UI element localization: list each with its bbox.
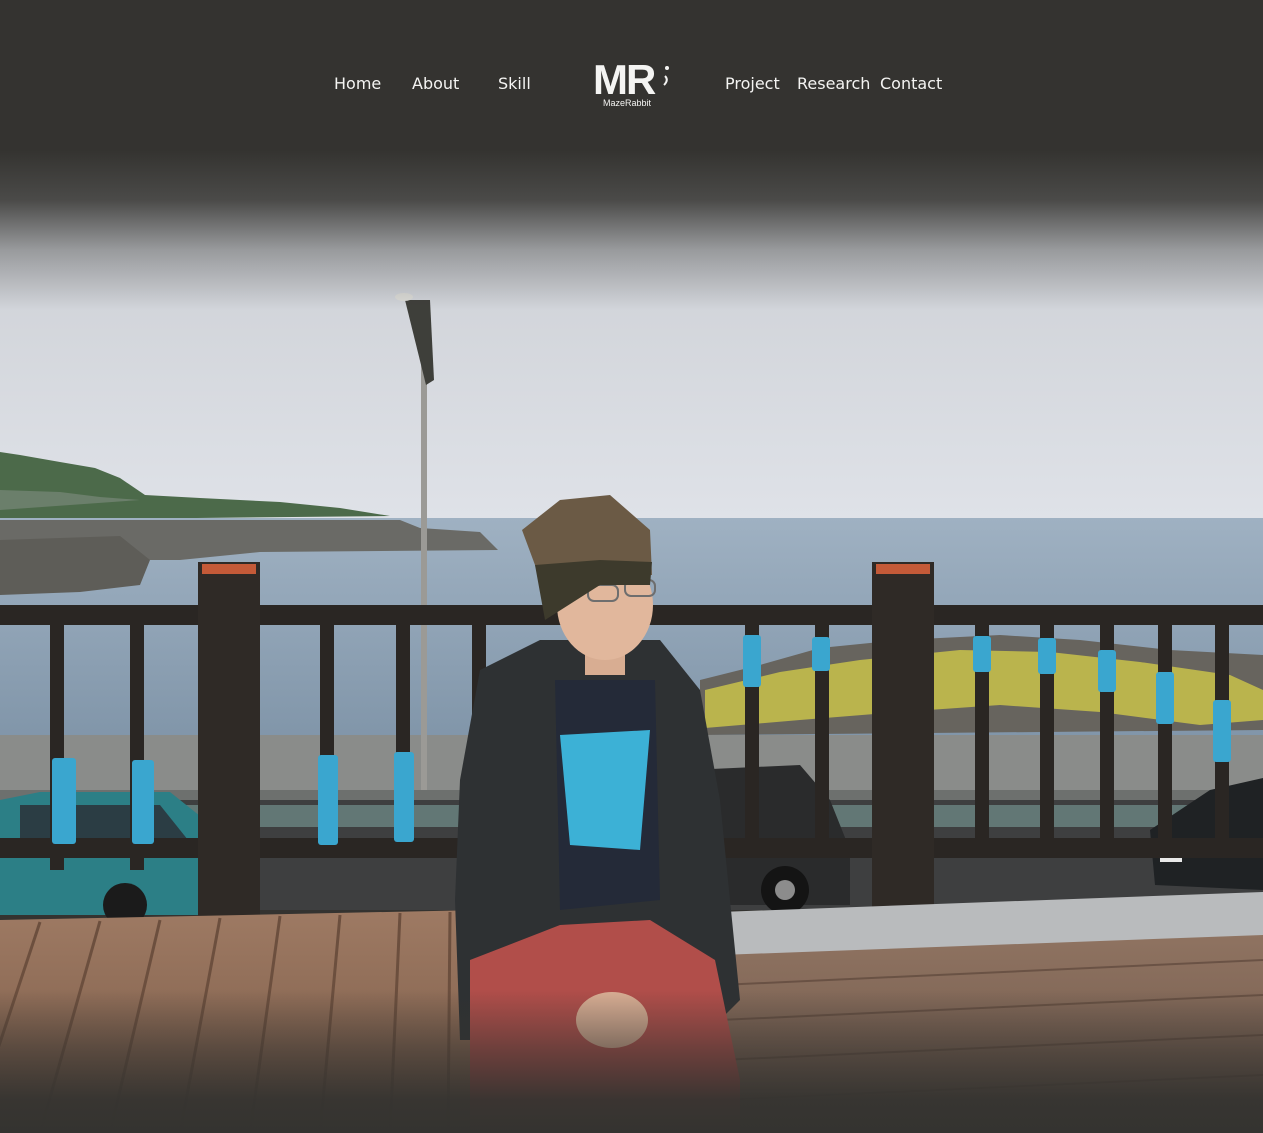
top-navigation: Home About Skill MR MazeRabbit Project R…	[0, 0, 1263, 170]
nav-research-link[interactable]: Research	[797, 74, 870, 94]
svg-text:MazeRabbit: MazeRabbit	[603, 98, 652, 108]
mr-logo-icon: MR MazeRabbit	[593, 56, 669, 108]
nav-skill-link[interactable]: Skill	[498, 74, 531, 94]
svg-text:MR: MR	[593, 58, 656, 103]
site-logo[interactable]: MR MazeRabbit	[591, 56, 671, 110]
nav-home-link[interactable]: Home	[334, 74, 381, 94]
nav-contact-link[interactable]: Contact	[880, 74, 942, 94]
nav-about-link[interactable]: About	[412, 74, 459, 94]
nav-project-link[interactable]: Project	[725, 74, 780, 94]
page: Home About Skill MR MazeRabbit Project R…	[0, 0, 1263, 1133]
